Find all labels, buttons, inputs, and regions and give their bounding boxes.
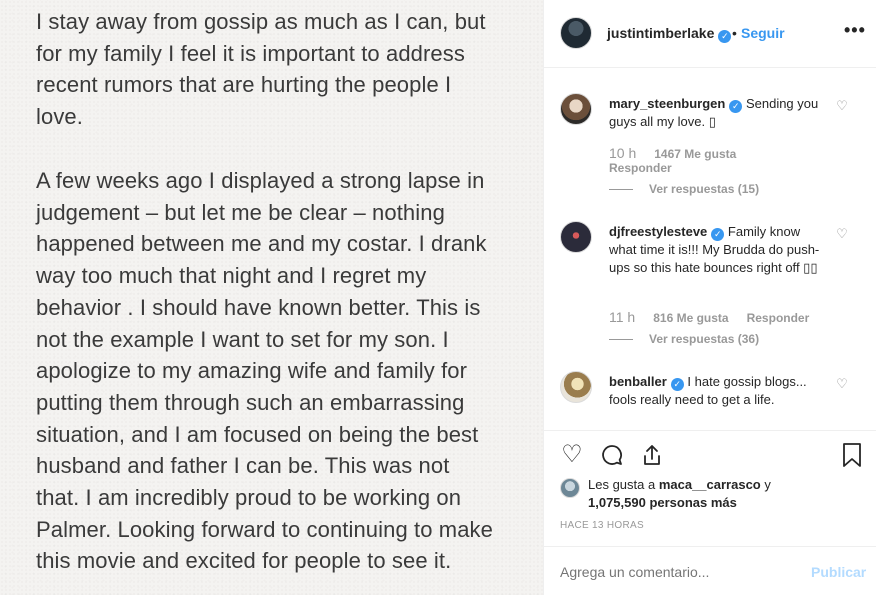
replies-divider [609,189,633,191]
author-username[interactable]: justintimberlake ✓ [607,25,732,43]
share-icon[interactable] [638,441,666,469]
comment-text-block: benballer ✓ I hate gossip blogs... fools … [609,373,829,409]
post-actions-section: ♡ Les gusta a maca__carrasco y 1,075,590… [544,430,876,548]
commenter-username[interactable]: djfreestylesteve [609,224,707,239]
verified-badge-icon: ✓ [718,30,732,43]
publish-button[interactable]: Publicar [811,564,866,580]
reply-button[interactable]: Responder [747,311,810,325]
view-replies-label[interactable]: Ver respuestas (15) [649,182,759,196]
likes-text: Les gusta a maca__carrasco y 1,075,590 p… [588,476,808,512]
post-side-panel: justintimberlake ✓ • Seguir ••• mary_stee… [543,0,876,595]
liker-avatar[interactable] [560,478,580,498]
post-header: justintimberlake ✓ • Seguir ••• [544,0,876,68]
comment-time: 10 h [609,145,637,161]
heart-icon[interactable]: ♡ [558,441,586,469]
post-text-paragraph-2: A few weeks ago I displayed a strong lap… [36,168,493,574]
comment-like-heart-icon[interactable]: ♡ [835,227,849,241]
liker-username[interactable]: maca__carrasco [659,477,761,492]
bookmark-icon[interactable] [838,441,866,469]
commenter-avatar[interactable] [560,221,592,253]
comment-like-heart-icon[interactable]: ♡ [835,377,849,391]
commenter-username[interactable]: mary_steenburgen [609,96,725,111]
follow-button[interactable]: Seguir [741,25,785,41]
commenter-avatar[interactable] [560,371,592,403]
commenter-username[interactable]: benballer [609,374,667,389]
post-text-paragraph-1: I stay away from gossip as much as I can… [36,9,486,130]
likes-mid: y [760,477,771,492]
comment-like-heart-icon[interactable]: ♡ [835,99,849,113]
commenter-avatar[interactable] [560,93,592,125]
comment-likes[interactable]: 816 Me gusta [653,311,728,325]
likes-prefix: Les gusta a [588,477,659,492]
comment-time: 11 h [609,309,636,325]
comment-reply-row: Responder [609,161,672,175]
comment-icon[interactable] [598,441,626,469]
view-replies-label[interactable]: Ver respuestas (36) [649,332,759,346]
author-username-text[interactable]: justintimberlake [607,25,714,41]
comment-likes[interactable]: 1467 Me gusta [654,147,736,161]
comments-list: mary_steenburgen ✓ Sending you guys all m… [544,69,876,429]
comment-text-block: mary_steenburgen ✓ Sending you guys all m… [609,95,829,131]
post-timestamp[interactable]: HACE 13 HORAS [560,520,644,531]
comment-meta: 11 h 816 Me gusta Responder [609,309,809,325]
author-avatar[interactable] [560,17,592,49]
view-replies-button[interactable]: Ver respuestas (36) [609,332,759,346]
post-image: I stay away from gossip as much as I can… [0,0,543,595]
comment-text-block: djfreestylesteve ✓ Family know what time … [609,223,829,277]
replies-divider [609,339,633,341]
likes-count[interactable]: 1,075,590 personas más [588,495,737,510]
header-separator: • [732,25,737,41]
more-options-icon[interactable]: ••• [844,20,866,41]
add-comment-bar: Publicar [544,546,876,595]
comment-input[interactable] [560,564,780,580]
verified-badge-icon: ✓ [670,378,684,391]
view-replies-button[interactable]: Ver respuestas (15) [609,182,759,196]
verified-badge-icon: ✓ [729,100,743,113]
reply-button[interactable]: Responder [609,161,672,175]
comment-meta: 10 h 1467 Me gusta [609,145,754,161]
verified-badge-icon: ✓ [711,228,725,241]
